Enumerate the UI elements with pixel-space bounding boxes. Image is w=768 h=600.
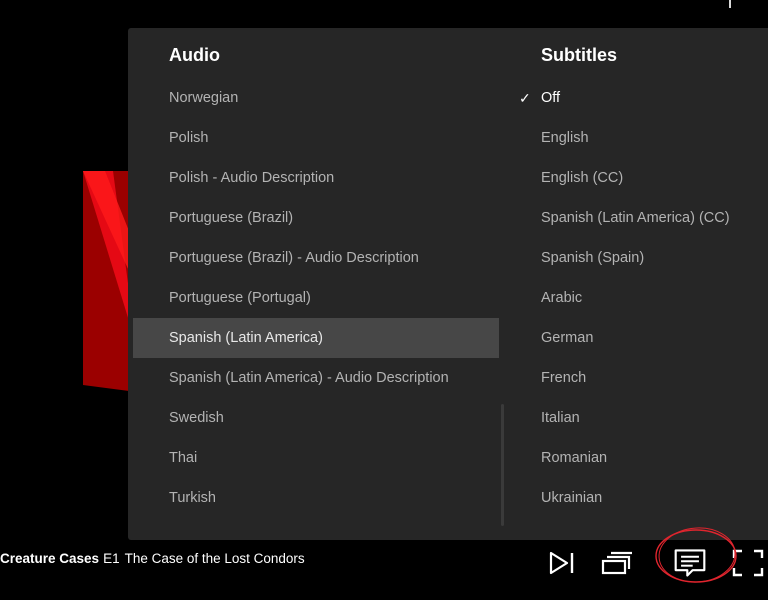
fullscreen-icon [732, 549, 764, 577]
audio-option[interactable]: Thai [133, 438, 499, 478]
now-playing-title: Creature Cases E1 The Case of the Lost Con… [0, 551, 305, 566]
audio-option[interactable]: Spanish (Latin America) [133, 318, 499, 358]
subtitle-option-label: English [541, 130, 589, 146]
audio-subtitles-button[interactable] [673, 543, 707, 583]
subtitle-option-label: Italian [541, 410, 580, 426]
audio-option[interactable]: Polish [133, 118, 499, 158]
top-edge-indicator [729, 0, 731, 8]
audio-options-list: Norwegian Polish Polish - Audio Descriptio… [133, 78, 499, 518]
subtitle-option[interactable]: German [541, 318, 761, 358]
subtitle-option-label: English (CC) [541, 170, 624, 186]
subtitle-option[interactable]: Spanish (Latin America) (CC) [541, 198, 761, 238]
subtitle-option-label: Spanish (Latin America) (CC) [541, 210, 730, 226]
audio-option[interactable]: Portuguese (Brazil) [133, 198, 499, 238]
episode-title: The Case of the Lost Condors [124, 551, 305, 566]
episodes-button[interactable] [600, 543, 634, 583]
subtitle-option[interactable]: Arabic [541, 278, 761, 318]
audio-option[interactable]: Turkish [133, 478, 499, 518]
subtitle-option-label: German [541, 330, 594, 346]
episode-number: E1 [103, 551, 120, 566]
show-title: Creature Cases [0, 551, 100, 566]
subtitle-option[interactable]: English [541, 118, 761, 158]
audio-option[interactable]: Spanish (Latin America) - Audio Descript… [133, 358, 499, 398]
subtitle-option[interactable]: Spanish (Spain) [541, 238, 761, 278]
netflix-logo [83, 171, 129, 391]
audio-option[interactable]: Norwegian [133, 78, 499, 118]
next-episode-button[interactable] [545, 543, 579, 583]
subtitle-option[interactable]: Ukrainian [541, 478, 761, 518]
audio-scrollbar[interactable] [501, 404, 504, 526]
audio-option[interactable]: Polish - Audio Description [133, 158, 499, 198]
subtitle-option[interactable]: French [541, 358, 761, 398]
subtitle-options-list: ✓ Off English English (CC) Spanish (Latin Am… [519, 78, 761, 518]
subtitle-option-label: Romanian [541, 450, 608, 466]
audio-option[interactable]: Portuguese (Brazil) - Audio Description [133, 238, 499, 278]
subtitle-option-label: Off [541, 90, 561, 106]
audio-option[interactable]: Swedish [133, 398, 499, 438]
subtitles-icon [674, 549, 706, 577]
audio-header: Audio [169, 45, 220, 65]
fullscreen-button[interactable] [731, 543, 765, 583]
audio-option[interactable]: Portuguese (Portugal) [133, 278, 499, 318]
subtitle-option[interactable]: ✓ Off [519, 78, 761, 118]
subtitles-header: Subtitles [541, 45, 618, 65]
subtitle-option-label: Arabic [541, 290, 583, 306]
episodes-icon [601, 551, 632, 575]
subtitle-option-label: Spanish (Spain) [541, 250, 645, 266]
audio-subtitles-panel: Audio Subtitles Norwegian Polish Polish - … [128, 28, 768, 540]
subtitle-option[interactable]: Romanian [541, 438, 761, 478]
checkmark-icon: ✓ [519, 90, 531, 106]
subtitle-option[interactable]: Italian [541, 398, 761, 438]
subtitle-option-label: Ukrainian [541, 490, 603, 506]
subtitle-option-label: French [541, 370, 587, 386]
subtitle-option[interactable]: English (CC) [541, 158, 761, 198]
next-episode-icon [549, 551, 574, 575]
